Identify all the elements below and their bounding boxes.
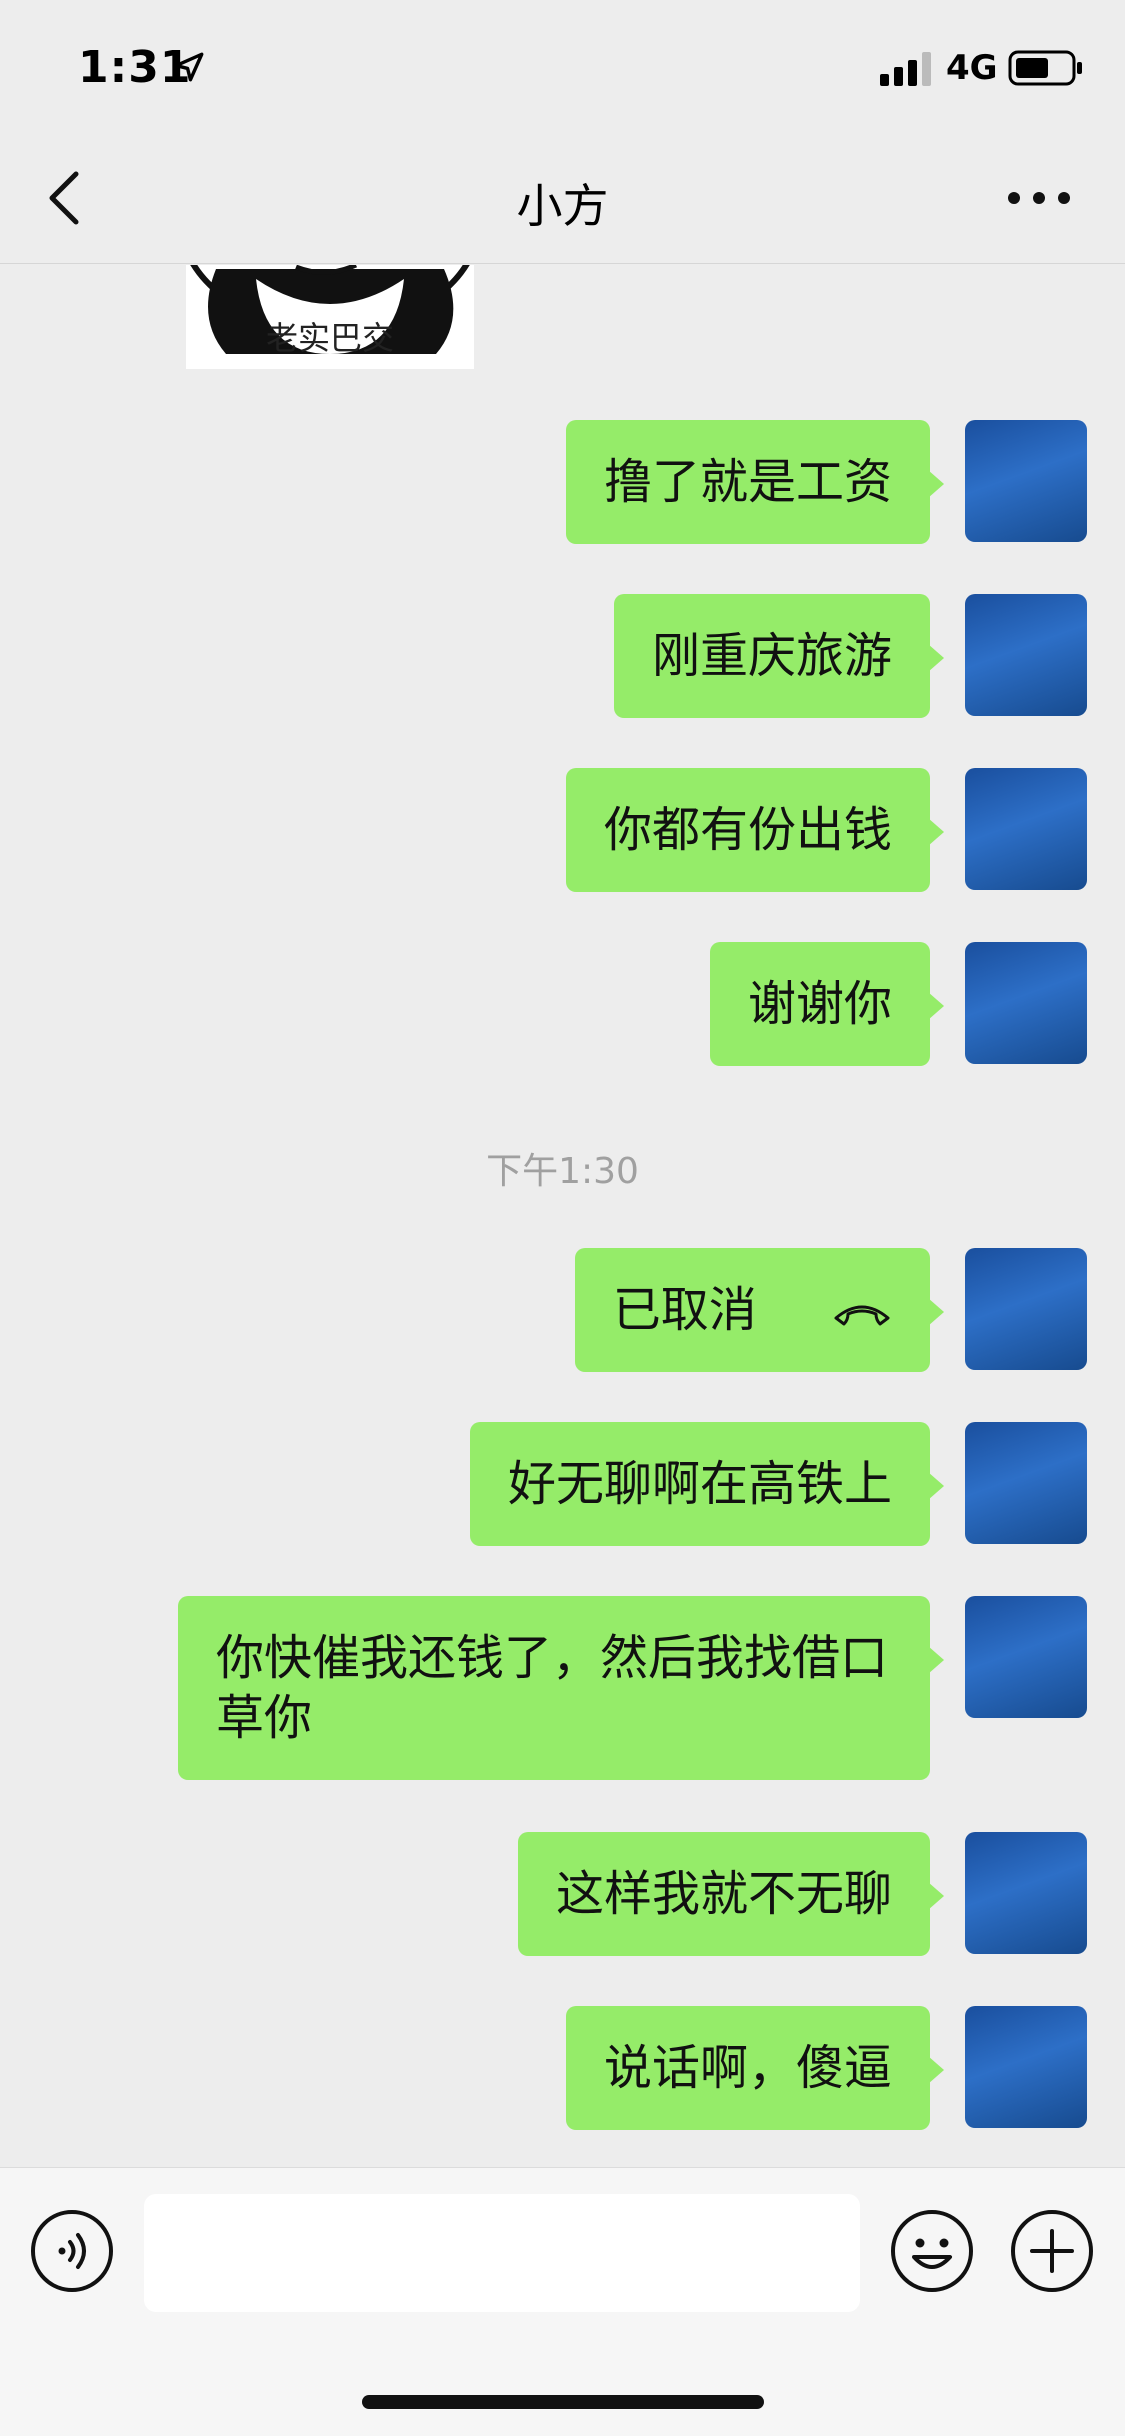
message-text: 撸了就是工资 xyxy=(603,454,892,510)
more-options-icon[interactable] xyxy=(1006,188,1072,208)
message-bubble[interactable]: 谢谢你 xyxy=(709,942,945,1066)
message-text: 你都有份出钱 xyxy=(603,802,892,858)
location-arrow-icon xyxy=(174,52,204,82)
emoji-icon[interactable] xyxy=(890,2209,974,2293)
plus-icon[interactable] xyxy=(1010,2209,1094,2293)
user-avatar[interactable] xyxy=(965,420,1087,542)
signal-icon xyxy=(880,52,931,86)
chat-header: 小方 xyxy=(0,132,1125,264)
message-bubble[interactable]: 说话啊，傻逼 xyxy=(565,2006,945,2130)
message-text: 说话啊，傻逼 xyxy=(603,2040,892,2096)
message-text: 好无聊啊在高铁上 xyxy=(507,1456,892,1512)
message-input[interactable] xyxy=(144,2194,860,2312)
message-bubble[interactable]: 好无聊啊在高铁上 xyxy=(469,1422,945,1546)
chat-title: 小方 xyxy=(516,179,609,233)
network-type: 4G xyxy=(946,48,998,88)
sticker-caption: 老实巴交 xyxy=(265,319,394,357)
sticker-image[interactable]: 老实巴交 xyxy=(186,265,474,369)
user-avatar[interactable] xyxy=(965,2006,1087,2128)
user-avatar[interactable] xyxy=(965,1832,1087,1954)
message-text: 你快催我还钱了，然后我找借口草你 xyxy=(216,1630,889,1746)
message-bubble[interactable]: 你都有份出钱 xyxy=(565,768,945,892)
message-bubble[interactable]: 刚重庆旅游 xyxy=(613,594,945,718)
message-bubble[interactable]: 你快催我还钱了，然后我找借口草你 xyxy=(178,1596,944,1780)
user-avatar[interactable] xyxy=(965,1248,1087,1370)
message-text: 刚重庆旅游 xyxy=(651,628,892,684)
status-bar: 1:31 4G xyxy=(0,0,1125,132)
home-indicator xyxy=(362,2395,764,2409)
message-text: 谢谢你 xyxy=(747,976,892,1032)
hangup-phone-icon xyxy=(834,1305,890,1326)
call-cancelled-bubble[interactable]: 已取消 xyxy=(574,1248,945,1372)
message-bubble[interactable]: 这样我就不无聊 xyxy=(517,1832,945,1956)
message-bubble[interactable]: 撸了就是工资 xyxy=(565,420,945,544)
user-avatar[interactable] xyxy=(965,1422,1087,1544)
message-list[interactable]: 老实巴交 撸了就是工资 刚重庆旅游 你都有份出钱 谢谢你 下午1:30 已取消 xyxy=(0,265,1125,2167)
user-avatar[interactable] xyxy=(965,768,1087,890)
time-separator: 下午1:30 xyxy=(486,1151,639,1192)
user-avatar[interactable] xyxy=(965,942,1087,1064)
message-text: 已取消 xyxy=(612,1282,757,1338)
message-text: 这样我就不无聊 xyxy=(555,1866,892,1922)
user-avatar[interactable] xyxy=(965,594,1087,716)
battery-icon xyxy=(1008,50,1082,86)
user-avatar[interactable] xyxy=(965,1596,1087,1718)
voice-input-icon[interactable] xyxy=(30,2209,114,2293)
